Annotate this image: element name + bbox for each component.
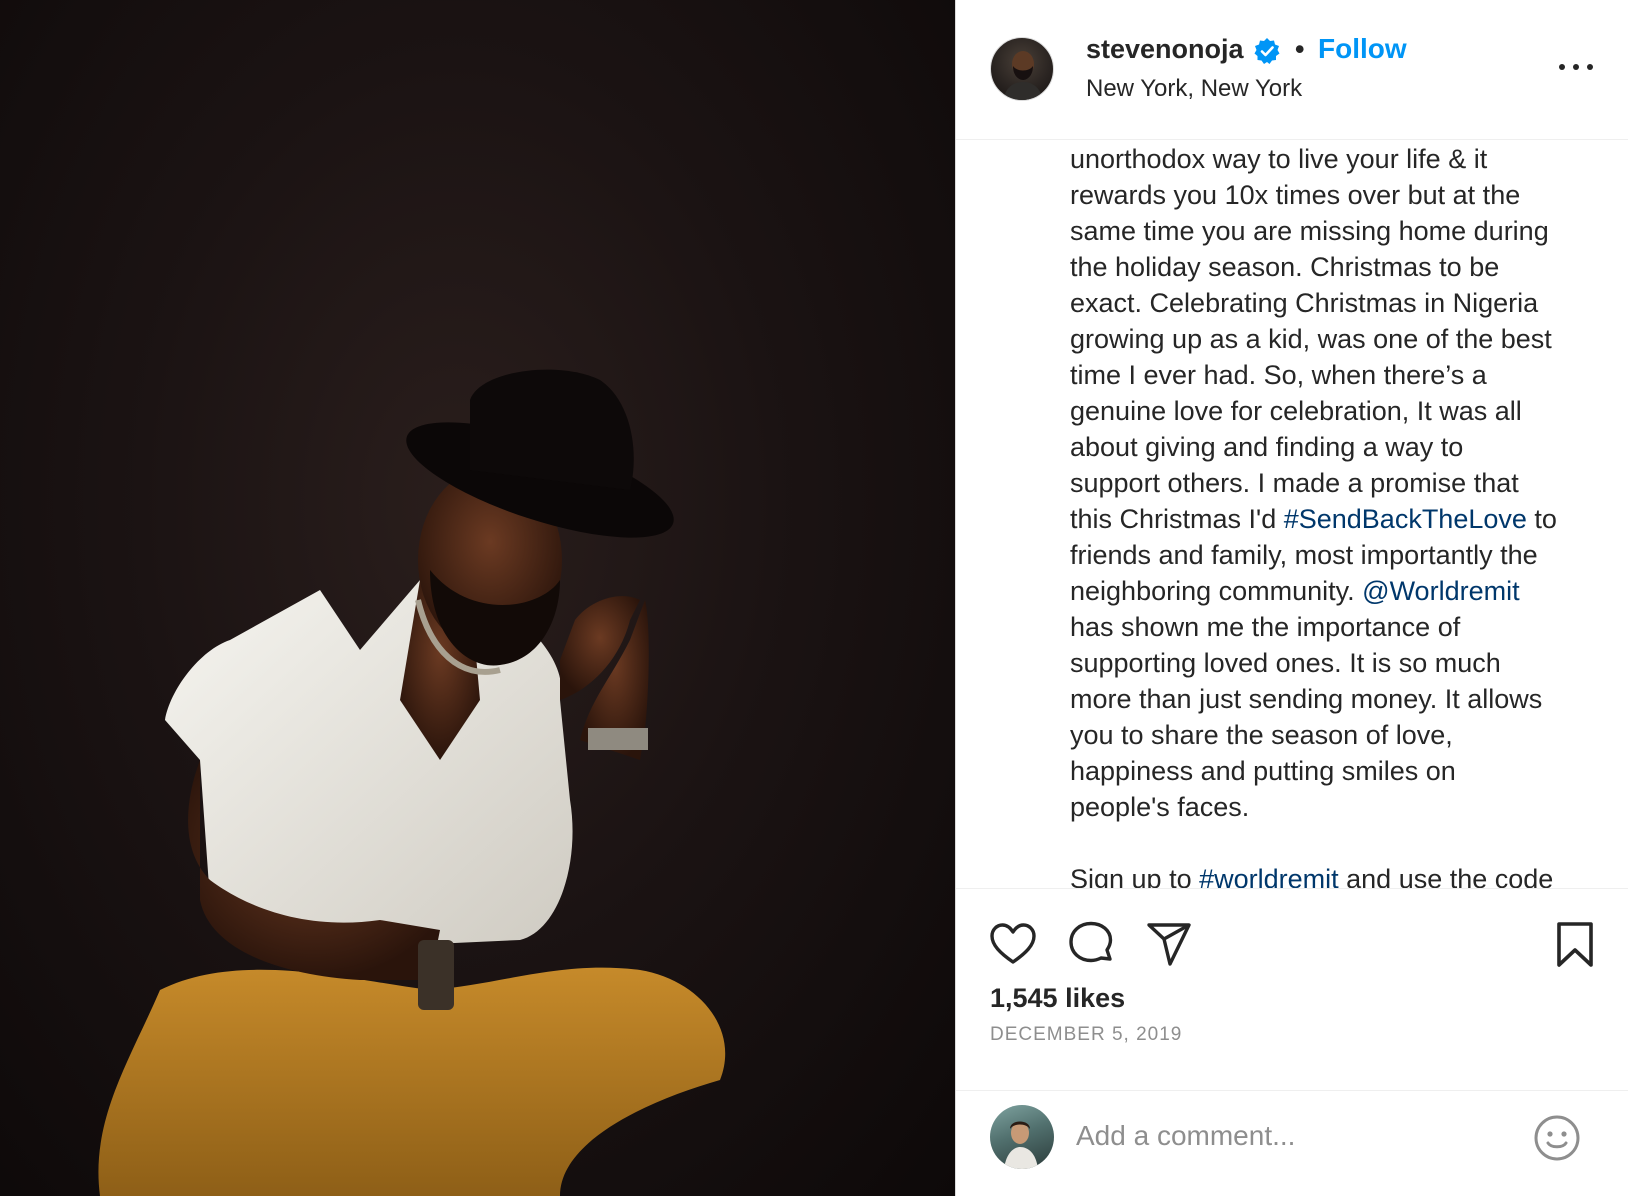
caption-line: you to share the season of love, (1070, 717, 1590, 753)
caption-line: the holiday season. Christmas to be (1070, 249, 1590, 285)
author-avatar[interactable] (990, 37, 1054, 101)
caption-text-segment: support others. I made a promise that (1070, 468, 1519, 498)
caption-text-segment: Sign up to (1070, 864, 1200, 889)
follow-button[interactable]: Follow (1318, 33, 1407, 65)
caption-line: unorthodox way to live your life & it (1070, 141, 1590, 177)
post-photo[interactable] (0, 0, 955, 1196)
caption-line: people's faces. (1070, 789, 1590, 825)
caption-text-segment: unorthodox way to live your life & it (1070, 144, 1488, 174)
caption-text-segment: people's faces. (1070, 792, 1250, 822)
post-side-panel: stevenonoja • Follow New York, New York … (955, 0, 1628, 1196)
caption-text-segment: has shown me the importance of (1070, 612, 1461, 642)
caption-line: more than just sending money. It allows (1070, 681, 1590, 717)
header-separator: • (1295, 34, 1305, 64)
post-actions-bar (956, 890, 1628, 970)
smiley-icon[interactable] (1532, 1113, 1582, 1163)
bookmark-icon[interactable] (1550, 920, 1600, 970)
caption-line: this Christmas I'd #SendBackTheLove to (1070, 501, 1590, 537)
caption-text-segment: the holiday season. Christmas to be (1070, 252, 1500, 282)
caption-text-segment: about giving and finding a way to (1070, 432, 1464, 462)
caption-scroll-area[interactable]: unorthodox way to live your life & it rew… (956, 141, 1628, 889)
caption-text-segment: more than just sending money. It allows (1070, 684, 1543, 714)
heart-icon[interactable] (988, 920, 1038, 970)
caption-line: support others. I made a promise that (1070, 465, 1590, 501)
caption-text-segment: friends and family, most importantly the (1070, 540, 1538, 570)
caption-line: about giving and finding a way to (1070, 429, 1590, 465)
caption-line: genuine love for celebration, It was all (1070, 393, 1590, 429)
viewer-avatar (990, 1105, 1054, 1169)
likes-count[interactable]: 1,545 likes (990, 983, 1125, 1014)
paper-plane-icon[interactable] (1144, 920, 1194, 970)
caption-line (1070, 825, 1590, 861)
caption-line: happiness and putting smiles on (1070, 753, 1590, 789)
hashtag-link[interactable]: #SendBackTheLove (1284, 504, 1527, 534)
post-date: DECEMBER 5, 2019 (990, 1024, 1183, 1045)
caption-line: same time you are missing home during (1070, 213, 1590, 249)
post-header: stevenonoja • Follow New York, New York (956, 0, 1628, 140)
comment-bar (956, 1090, 1628, 1196)
caption-line: time I ever had. So, when there’s a (1070, 357, 1590, 393)
caption-line: exact. Celebrating Christmas in Nigeria (1070, 285, 1590, 321)
caption-text-segment: rewards you 10x times over but at the (1070, 180, 1521, 210)
comment-input[interactable] (1076, 1111, 1496, 1161)
author-username[interactable]: stevenonoja (1086, 34, 1244, 65)
caption-line: supporting loved ones. It is so much (1070, 645, 1590, 681)
caption-text-segment: supporting loved ones. It is so much (1070, 648, 1501, 678)
more-options-icon[interactable] (1556, 52, 1596, 82)
post-location[interactable]: New York, New York (1086, 75, 1302, 103)
caption-text-segment: and use the code (1338, 864, 1554, 889)
post-caption: unorthodox way to live your life & it rew… (1070, 141, 1590, 889)
caption-text-segment: growing up as a kid, was one of the best (1070, 324, 1552, 354)
caption-text-segment: you to share the season of love, (1070, 720, 1453, 750)
caption-text-segment: exact. Celebrating Christmas in Nigeria (1070, 288, 1539, 318)
caption-line: friends and family, most importantly the (1070, 537, 1590, 573)
caption-line: Sign up to #worldremit and use the code (1070, 861, 1590, 889)
caption-text-segment: happiness and putting smiles on (1070, 756, 1456, 786)
caption-text-segment: genuine love for celebration, It was all (1070, 396, 1522, 426)
mention-link[interactable]: @Worldremit (1362, 576, 1519, 606)
verified-badge-icon (1254, 38, 1280, 64)
caption-text-segment: to (1526, 504, 1557, 534)
caption-line: growing up as a kid, was one of the best (1070, 321, 1590, 357)
caption-line: neighboring community. @Worldremit (1070, 573, 1590, 609)
hashtag-link[interactable]: #worldremit (1199, 864, 1339, 888)
caption-text-segment: time I ever had. So, when there’s a (1070, 360, 1487, 390)
caption-line: rewards you 10x times over but at the (1070, 177, 1590, 213)
caption-text-segment: same time you are missing home during (1070, 216, 1549, 246)
caption-line: has shown me the importance of (1070, 609, 1590, 645)
comment-bubble-icon[interactable] (1066, 920, 1116, 970)
caption-text-segment: this Christmas I'd (1070, 504, 1284, 534)
caption-text-segment: neighboring community. (1070, 576, 1363, 606)
